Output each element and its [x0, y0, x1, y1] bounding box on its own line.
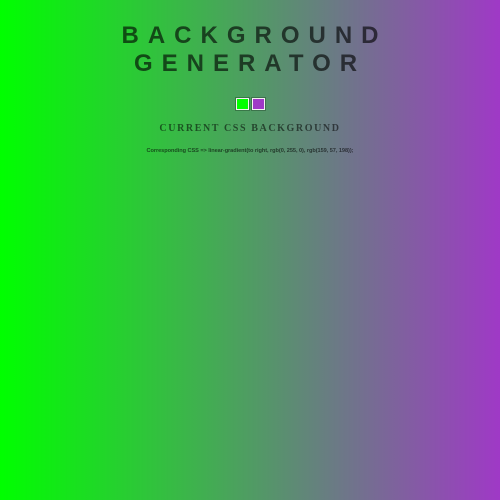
css-output-text: Corresponding CSS => linear-gradient(to …	[146, 148, 354, 154]
section-heading: CURRENT CSS BACKGROUND	[159, 123, 341, 134]
color-picker-1[interactable]	[235, 98, 249, 110]
color-picker-group	[0, 98, 500, 112]
page-title: BACKGROUND GENERATOR	[121, 22, 388, 77]
color-picker-2[interactable]	[251, 98, 265, 110]
